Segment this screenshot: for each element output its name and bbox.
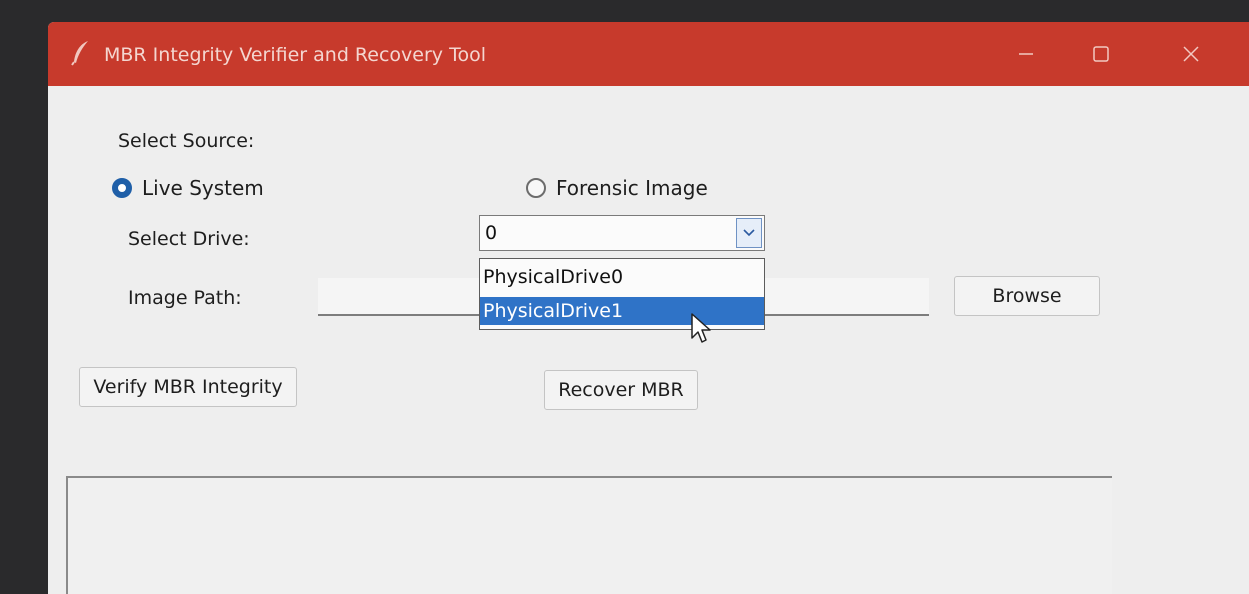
window-title: MBR Integrity Verifier and Recovery Tool [104, 44, 486, 66]
radio-unselected-icon [526, 178, 546, 198]
close-button[interactable] [1168, 36, 1214, 72]
live-system-label: Live System [142, 176, 264, 200]
dropdown-option-physicaldrive0[interactable]: PhysicalDrive0 [480, 263, 764, 291]
live-system-radio[interactable]: Live System [112, 176, 264, 200]
verify-mbr-button[interactable]: Verify MBR Integrity [79, 367, 297, 407]
image-path-label: Image Path: [128, 287, 242, 309]
browse-button[interactable]: Browse [954, 276, 1100, 316]
title-bar[interactable]: MBR Integrity Verifier and Recovery Tool [48, 22, 1249, 86]
minimize-icon [1019, 53, 1033, 55]
maximize-icon [1093, 46, 1109, 62]
screen: MBR Integrity Verifier and Recovery Tool… [0, 0, 1249, 594]
radio-selected-icon [112, 178, 132, 198]
drive-select[interactable]: 0 [479, 215, 765, 251]
dropdown-option-physicaldrive1[interactable]: PhysicalDrive1 [480, 297, 764, 325]
forensic-image-radio[interactable]: Forensic Image [526, 176, 708, 200]
forensic-image-label: Forensic Image [556, 176, 708, 200]
recover-mbr-button[interactable]: Recover MBR [544, 370, 698, 410]
drive-dropdown-button[interactable] [736, 218, 762, 248]
drive-dropdown-list: PhysicalDrive0 PhysicalDrive1 [479, 258, 765, 330]
minimize-button[interactable] [1003, 36, 1049, 72]
select-drive-label: Select Drive: [128, 228, 250, 250]
select-source-label: Select Source: [118, 130, 255, 152]
chevron-down-icon [743, 229, 755, 237]
mouse-cursor-icon [691, 313, 711, 343]
output-text-area[interactable] [66, 476, 1112, 594]
close-icon [1183, 46, 1199, 62]
maximize-button[interactable] [1078, 36, 1124, 72]
feather-icon [71, 41, 88, 66]
drive-select-value: 0 [485, 222, 498, 244]
app-window: MBR Integrity Verifier and Recovery Tool… [48, 22, 1249, 594]
